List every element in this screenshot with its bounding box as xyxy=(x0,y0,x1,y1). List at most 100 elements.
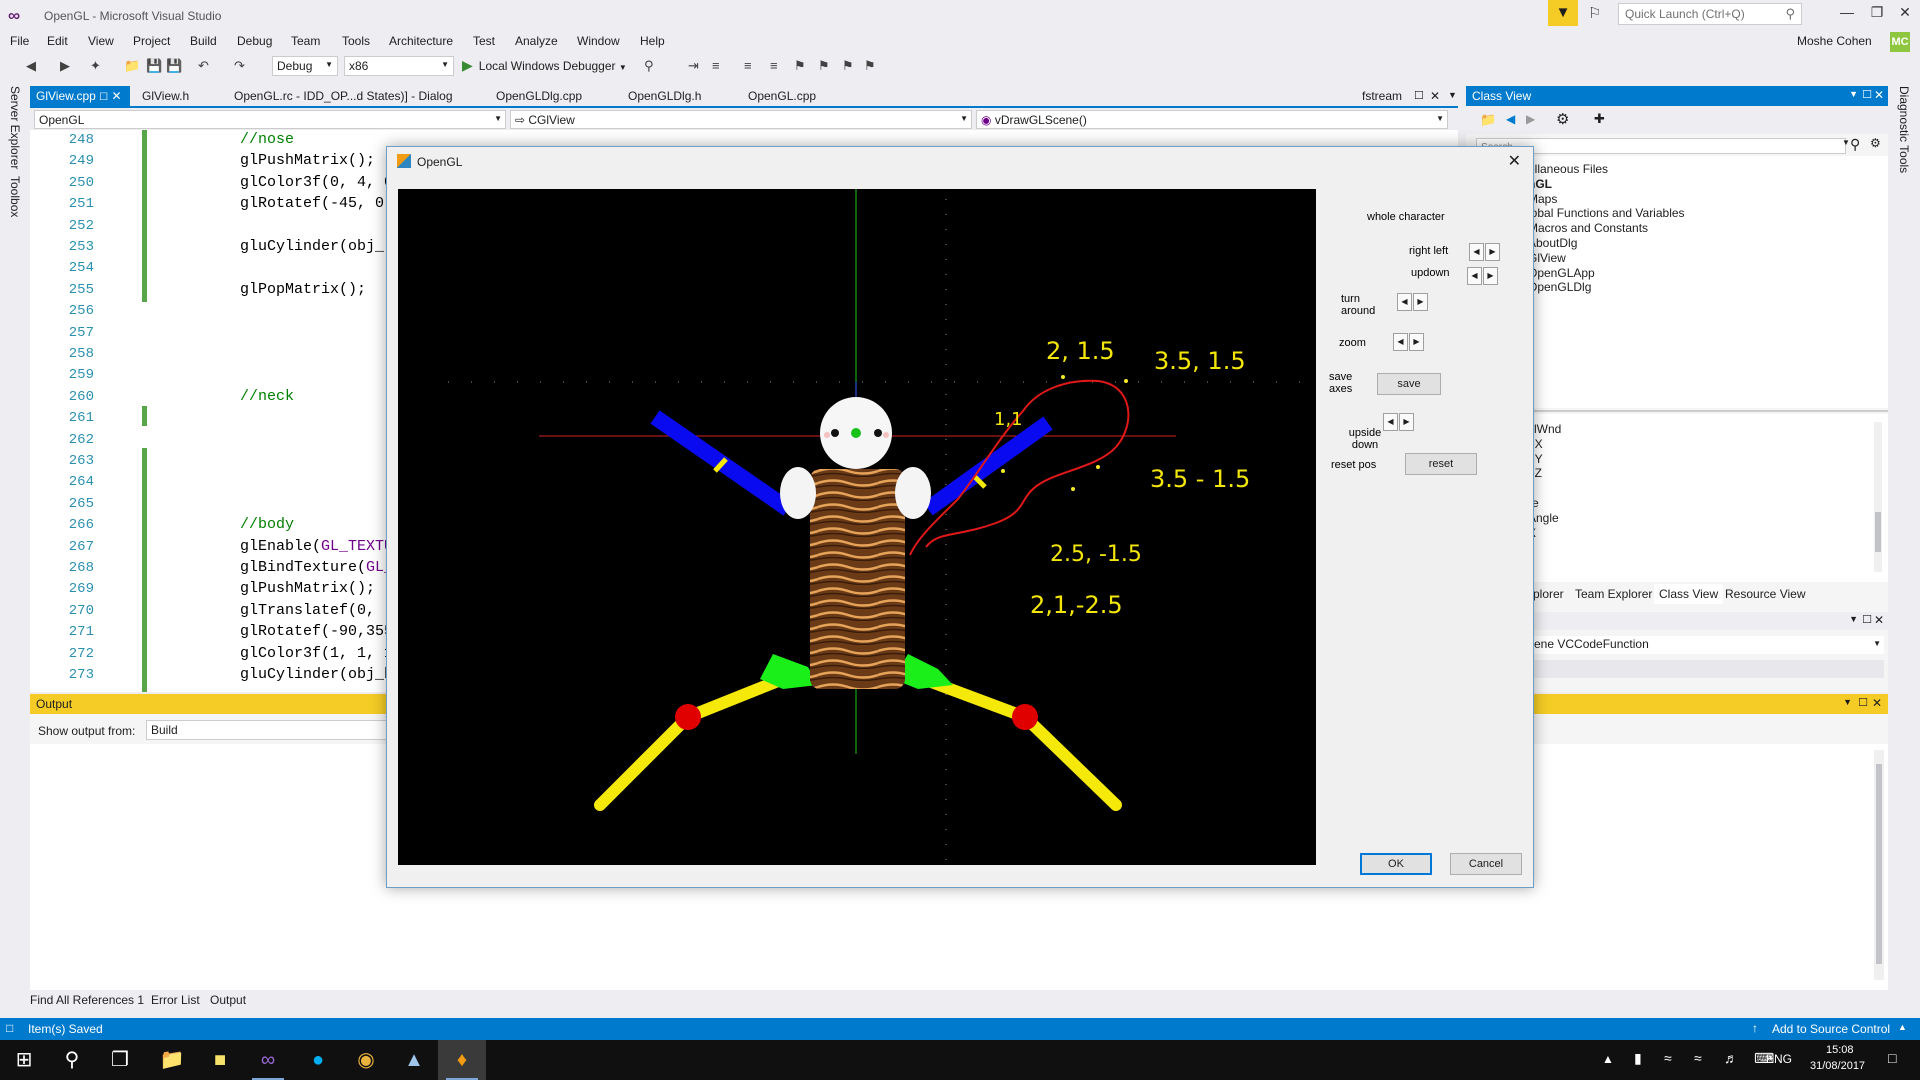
feedback-filter-icon[interactable]: ▼ xyxy=(1548,0,1578,26)
tab-fstream[interactable]: fstream xyxy=(1356,86,1408,106)
reset-button[interactable]: reset xyxy=(1405,453,1477,475)
search-icon[interactable]: ⚲ xyxy=(1850,136,1860,153)
start-debugger-button[interactable]: ▶ Local Windows Debugger ▼ xyxy=(462,57,627,74)
close-tab-icon[interactable]: ✕ xyxy=(111,89,121,103)
language-indicator[interactable]: ENG xyxy=(1766,1052,1792,1066)
quick-launch-input[interactable]: Quick Launch (Ctrl+Q) ⚲ xyxy=(1618,3,1802,25)
uncomment-icon[interactable]: ≡ xyxy=(770,58,778,73)
class-tree-item[interactable]: AboutDlg xyxy=(1528,236,1577,250)
menu-architecture[interactable]: Architecture xyxy=(389,34,453,48)
add-to-source-control[interactable]: Add to Source Control xyxy=(1772,1022,1890,1036)
save-button[interactable]: save xyxy=(1377,373,1441,395)
paint-icon[interactable]: ▲ xyxy=(390,1040,438,1080)
open-file-icon[interactable]: 📁 xyxy=(124,58,140,74)
class-tree-item[interactable]: Macros and Constants xyxy=(1528,221,1648,235)
chevron-down-icon[interactable]: ▼ xyxy=(1849,89,1858,99)
class-select[interactable]: ⇨ CGlView ▼ xyxy=(510,110,972,129)
right-arrow-icon[interactable]: ▶ xyxy=(1399,413,1414,431)
chrome-icon[interactable]: ◉ xyxy=(342,1040,390,1080)
right-arrow-icon[interactable]: ▶ xyxy=(1485,243,1500,261)
solution-configuration-select[interactable]: Debug ▼ xyxy=(272,56,338,76)
user-name[interactable]: Moshe Cohen xyxy=(1797,34,1872,48)
pin-icon[interactable]: ☐ xyxy=(1862,613,1872,626)
left-arrow-icon[interactable]: ◀ xyxy=(1393,333,1408,351)
menu-file[interactable]: File xyxy=(10,34,29,48)
close-tab-icon[interactable]: ✕ xyxy=(1430,89,1440,103)
left-arrow-icon[interactable]: ◀ xyxy=(1469,243,1484,261)
clear-bookmarks-icon[interactable]: ⚑ xyxy=(864,58,876,74)
turn-around-spinner[interactable]: ◀ ▶ xyxy=(1397,293,1429,311)
upside-down-spinner[interactable]: ◀ ▶ xyxy=(1383,413,1415,431)
members-scrollbar[interactable] xyxy=(1874,422,1882,572)
clock-date[interactable]: 31/08/2017 xyxy=(1810,1060,1865,1072)
volume-icon[interactable]: ♬ xyxy=(1724,1050,1738,1066)
network-icon[interactable]: ≈ xyxy=(1694,1050,1702,1066)
toolbox-tab[interactable]: Toolbox xyxy=(8,176,22,217)
right-left-spinner[interactable]: ◀ ▶ xyxy=(1469,243,1501,261)
close-icon[interactable]: ✕ xyxy=(1872,696,1882,710)
chevron-down-icon[interactable]: ▼ xyxy=(1843,697,1852,707)
close-icon[interactable]: ✕ xyxy=(1508,151,1521,171)
bookmark-icon[interactable]: ⚑ xyxy=(794,58,806,74)
wifi-icon[interactable]: ≈ xyxy=(1664,1050,1672,1066)
format-icon[interactable]: ≡ xyxy=(712,58,720,73)
skype-icon[interactable]: ● xyxy=(294,1040,342,1080)
menu-help[interactable]: Help xyxy=(640,34,665,48)
pin-icon[interactable]: ☐ xyxy=(99,92,108,103)
save-icon[interactable]: 💾 xyxy=(146,58,162,74)
forward-icon[interactable]: ▶ xyxy=(1526,112,1535,126)
opengl-app-taskbar-icon[interactable]: ♦ xyxy=(438,1040,486,1080)
close-icon[interactable]: ✕ xyxy=(1874,88,1884,102)
menu-analyze[interactable]: Analyze xyxy=(515,34,558,48)
left-arrow-icon[interactable]: ◀ xyxy=(1467,267,1482,285)
cancel-button[interactable]: Cancel xyxy=(1450,853,1522,875)
left-arrow-icon[interactable]: ◀ xyxy=(1397,293,1412,311)
add-reference-icon[interactable]: ✚ xyxy=(1594,111,1605,127)
tab-solution-explorer[interactable]: plorer xyxy=(1528,584,1569,604)
pin-icon[interactable]: ☐ xyxy=(1414,89,1424,102)
minimize-button[interactable]: — xyxy=(1832,4,1862,20)
output-scrollbar[interactable] xyxy=(1874,750,1884,980)
diagnostic-tools-tab[interactable]: Diagnostic Tools xyxy=(1897,86,1911,173)
maximize-button[interactable]: ❐ xyxy=(1862,4,1892,21)
chevron-down-icon[interactable]: ▼ xyxy=(1842,138,1850,147)
tab-class-view[interactable]: Class View xyxy=(1654,584,1724,604)
clock-time[interactable]: 15:08 xyxy=(1826,1044,1854,1056)
chevron-down-icon[interactable]: ▼ xyxy=(1448,90,1457,100)
menu-view[interactable]: View xyxy=(88,34,114,48)
menu-window[interactable]: Window xyxy=(577,34,620,48)
battery-icon[interactable]: ▮ xyxy=(1634,1050,1642,1067)
settings-gear-icon[interactable]: ⚙ xyxy=(1556,110,1569,128)
member-select[interactable]: ◉ vDrawGLScene() ▼ xyxy=(976,110,1448,129)
ok-button[interactable]: OK xyxy=(1360,853,1432,875)
save-all-icon[interactable]: 💾 xyxy=(166,58,182,74)
menu-debug[interactable]: Debug xyxy=(237,34,272,48)
left-arrow-icon[interactable]: ◀ xyxy=(1383,413,1398,431)
notification-icon[interactable]: ⚐ xyxy=(1588,4,1601,22)
tab-opengldlg-h[interactable]: OpenGLDlg.h xyxy=(622,86,707,106)
back-icon[interactable]: ◀ xyxy=(1506,112,1515,126)
tab-opengl-rc[interactable]: OpenGL.rc - IDD_OP...d States)] - Dialog xyxy=(228,86,459,106)
file-explorer-icon[interactable]: 📁 xyxy=(148,1040,196,1080)
right-arrow-icon[interactable]: ▶ xyxy=(1483,267,1498,285)
chevron-up-icon[interactable]: ▲ xyxy=(1602,1052,1614,1066)
solution-platform-select[interactable]: x86 ▼ xyxy=(344,56,454,76)
prev-bookmark-icon[interactable]: ⚑ xyxy=(818,58,830,74)
menu-build[interactable]: Build xyxy=(190,34,217,48)
properties-object-select[interactable]: cene VCCodeFunction ▼ xyxy=(1526,636,1884,654)
pin-icon[interactable]: ☐ xyxy=(1858,696,1868,709)
tab-error-list[interactable]: Error List xyxy=(151,993,200,1007)
redo-icon[interactable]: ↷ xyxy=(234,58,245,74)
tab-glview-h[interactable]: GlView.h xyxy=(136,86,195,106)
tab-find-all-references[interactable]: Find All References 1 xyxy=(30,993,144,1007)
find-icon[interactable]: ⚲ xyxy=(644,58,654,74)
tab-resource-view[interactable]: Resource View xyxy=(1720,584,1810,604)
close-button[interactable]: ✕ xyxy=(1890,4,1920,21)
forward-icon[interactable]: ▶ xyxy=(60,58,70,74)
opengl-render-canvas[interactable]: 2, 1.5 3.5, 1.5 1,1 3.5 - 1.5 2.5, -1.5 … xyxy=(398,189,1316,865)
menu-project[interactable]: Project xyxy=(133,34,170,48)
project-select[interactable]: OpenGL ▼ xyxy=(34,110,506,129)
menu-edit[interactable]: Edit xyxy=(47,34,68,48)
action-center-icon[interactable]: □ xyxy=(1888,1050,1896,1066)
server-explorer-tab[interactable]: Server Explorer xyxy=(8,86,22,169)
